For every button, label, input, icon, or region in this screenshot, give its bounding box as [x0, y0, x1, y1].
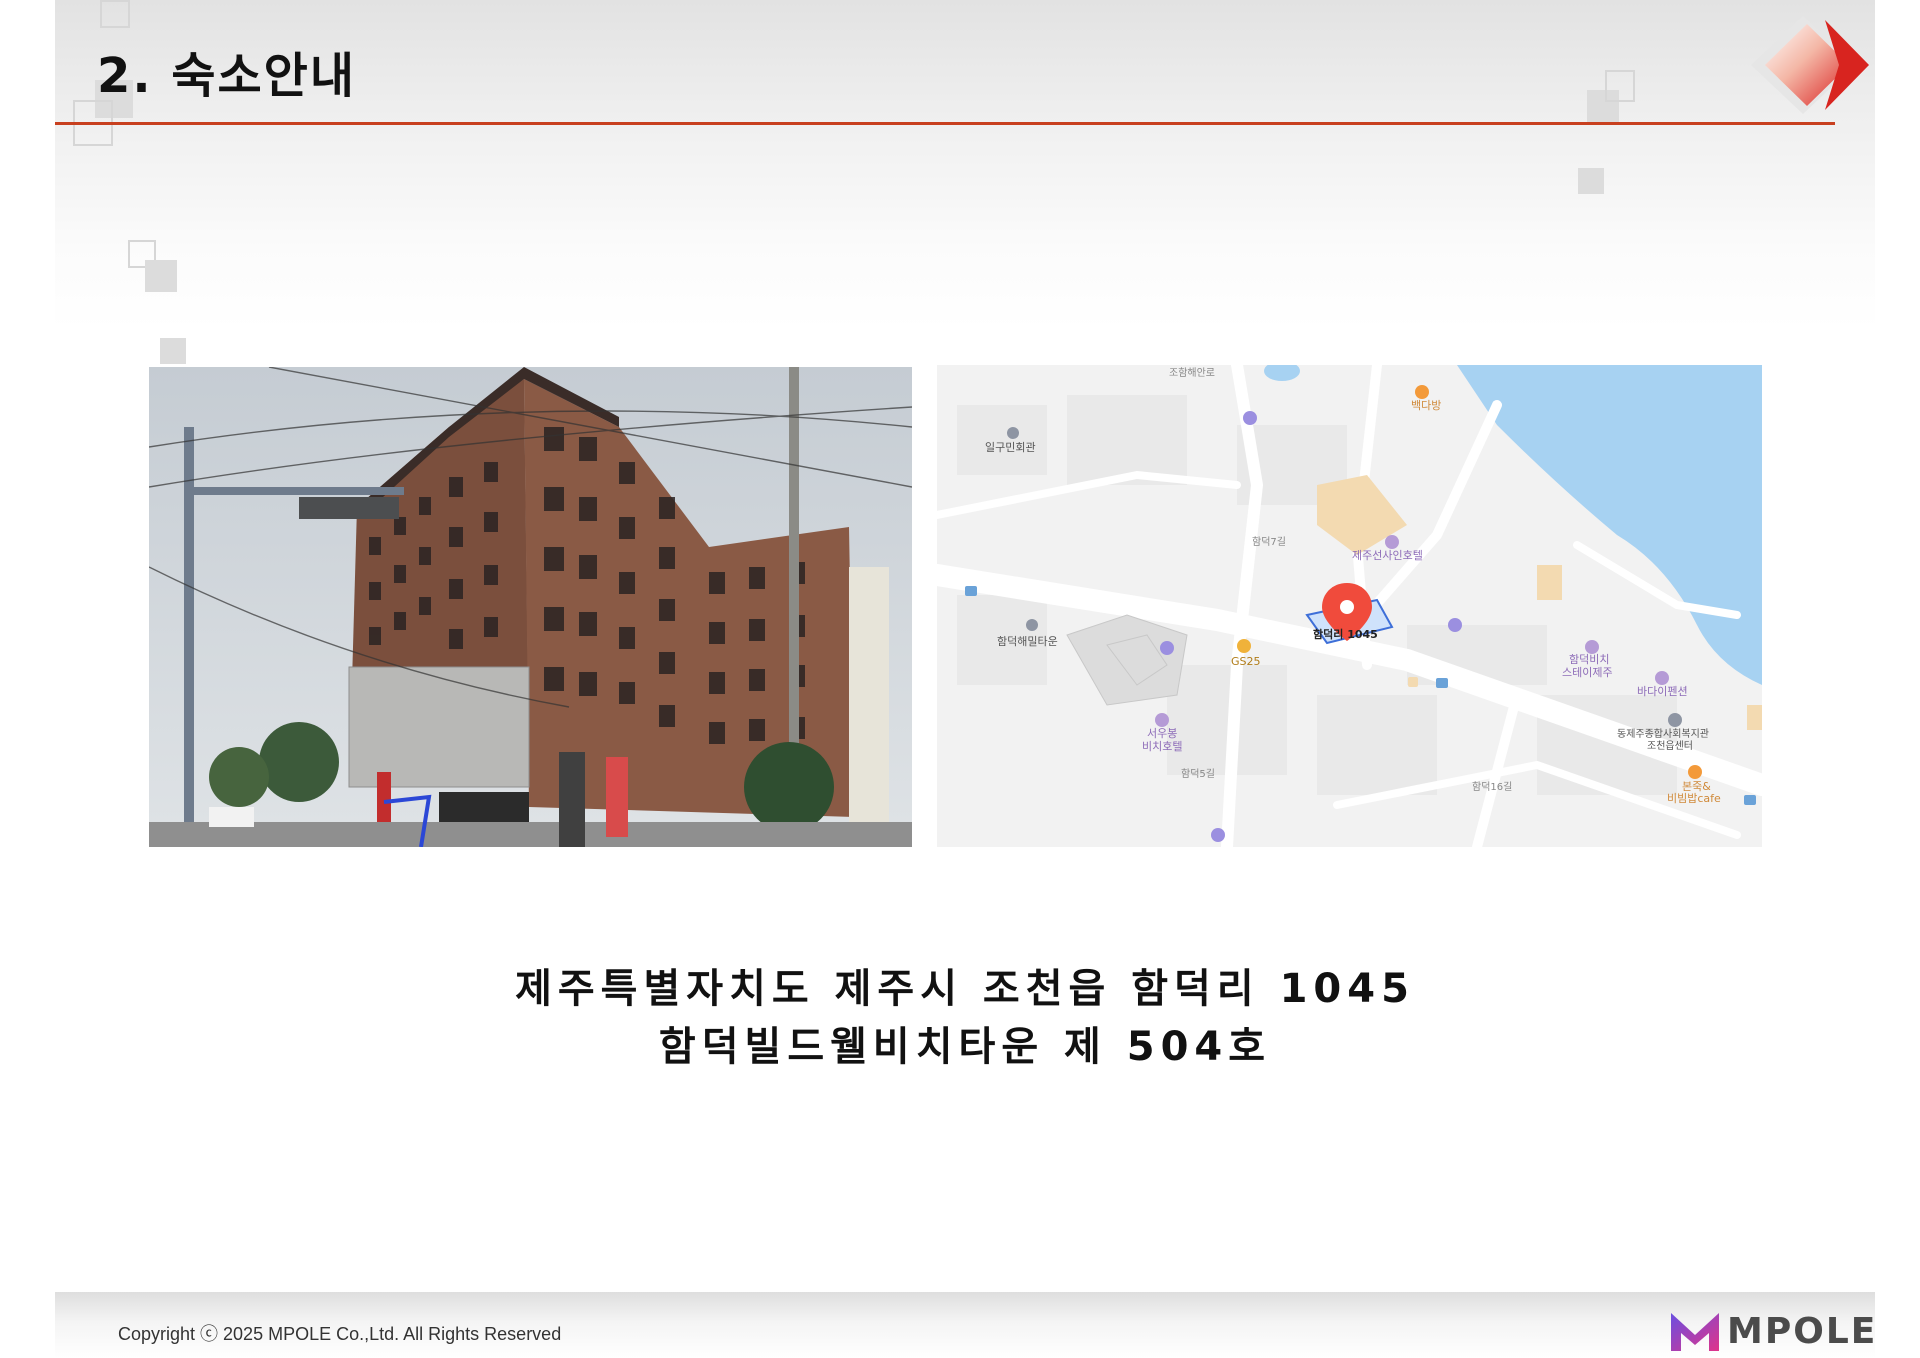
map-label: 함덕7길	[1252, 535, 1286, 548]
location-map: 일구민회관 백다방 제주선사인호텔 함덕7길 함덕해밀타운 GS25 함덕리 1…	[937, 365, 1762, 847]
copyright-text: Copyright ⓒ 2025 MPOLE Co.,Ltd. All Righ…	[118, 1324, 562, 1344]
map-label: 백다방	[1411, 399, 1441, 412]
building-illustration	[149, 367, 912, 847]
map-marker-label: 함덕리 1045	[1313, 627, 1378, 641]
map-label: 조천읍센터	[1647, 740, 1693, 752]
map-canvas: 일구민회관 백다방 제주선사인호텔 함덕7길 함덕해밀타운 GS25 함덕리 1…	[937, 365, 1762, 847]
decor-square	[1605, 70, 1635, 102]
map-label: 비치호텔	[1142, 740, 1182, 753]
decor-square	[160, 338, 186, 364]
brand-name: MPOLE	[1727, 1311, 1878, 1352]
decor-square	[1578, 168, 1604, 194]
diamond-logo-icon	[1751, 16, 1869, 114]
decor-square	[145, 260, 177, 292]
title-underline	[55, 122, 1835, 125]
mpole-m-icon	[1671, 1313, 1719, 1351]
map-label: 스테이제주	[1562, 666, 1613, 679]
map-label: 바다이펜션	[1637, 685, 1688, 698]
address-line-2: 함덕빌드웰비치타운 제 504호	[658, 1024, 1272, 1070]
map-label: 함덕16길	[1472, 780, 1512, 793]
map-label: 동제주종합사회복지관	[1617, 728, 1709, 740]
map-label: 함덕5길	[1181, 767, 1215, 780]
map-label: 일구민회관	[985, 440, 1036, 454]
address-line-1: 제주특별자치도 제주시 조천읍 함덕리 1045	[515, 966, 1415, 1012]
slide: 2. 숙소안내 일구민회관 백다방 제주선사인호텔 함덕7길 함덕해밀타운 GS…	[55, 0, 1875, 1358]
decor-square	[100, 0, 130, 28]
map-label: 서우봉	[1147, 727, 1177, 740]
map-label: 조함해안로	[1169, 366, 1215, 379]
map-label: 함덕비치	[1569, 653, 1609, 666]
address-block: 제주특별자치도 제주시 조천읍 함덕리 1045 함덕빌드웰비치타운 제 504…	[55, 960, 1875, 1076]
map-label: 비빔밥cafe	[1667, 792, 1721, 805]
slide-title: 2. 숙소안내	[97, 48, 356, 104]
map-label: GS25	[1231, 655, 1261, 668]
map-label: 제주선사인호텔	[1352, 549, 1423, 562]
brand-logo: MPOLE	[1665, 1305, 1875, 1357]
map-label: 함덕해밀타운	[997, 634, 1058, 648]
building-photo	[149, 367, 912, 847]
